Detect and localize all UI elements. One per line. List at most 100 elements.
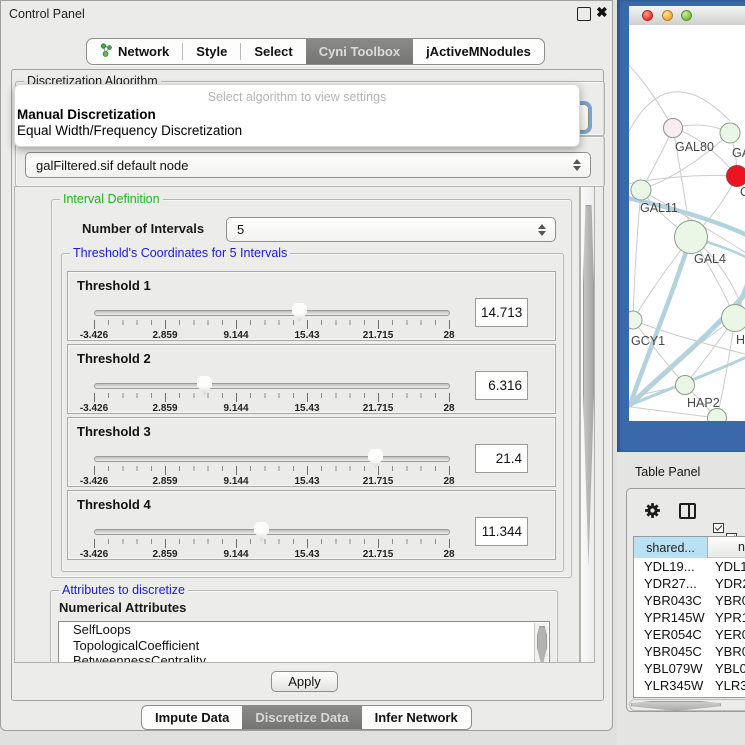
tick-label: 2.859 (152, 476, 177, 487)
tab-label: Impute Data (155, 710, 229, 725)
threshold-2-value-field[interactable] (475, 371, 528, 400)
threshold-label: Threshold 2 (77, 351, 151, 366)
tick-label: -3.426 (80, 330, 108, 341)
list-scrollbar[interactable] (534, 623, 548, 663)
tab-cyni-toolbox[interactable]: Cyni Toolbox (306, 39, 413, 64)
slider-track[interactable] (94, 310, 450, 316)
threshold-2-box: Threshold 2 -3.426 2.859 9.144 15.43 21.… (67, 344, 556, 414)
table-row[interactable]: YDL19...YDL1 (634, 558, 745, 575)
tab-network[interactable]: Network (87, 39, 182, 64)
cell-name: YDL1 (708, 559, 745, 574)
threshold-label: Threshold 1 (77, 278, 151, 293)
table-row[interactable]: YLR345WYLR3 (634, 677, 745, 694)
tab-jactivemnodules[interactable]: jActiveMNodules (413, 39, 544, 64)
table-row[interactable]: YBR045CYBR0 (634, 643, 745, 660)
numerical-attributes-list[interactable]: SelfLoops TopologicalCoefficient Between… (58, 621, 550, 663)
tick-label: 28 (443, 330, 454, 341)
column-header-name[interactable]: na (708, 537, 745, 558)
tab-label: jActiveMNodules (426, 44, 531, 59)
dropdown-option-equal-width-frequency[interactable]: Equal Width/Frequency Discretization (15, 123, 579, 139)
threshold-4-slider[interactable]: -3.426 2.859 9.144 15.43 21.715 28 (94, 525, 450, 561)
scrollbar-thumb[interactable] (631, 701, 721, 711)
node-h[interactable] (722, 305, 745, 332)
table-row[interactable]: YER054CYER0 (634, 626, 745, 643)
threshold-3-value-field[interactable] (475, 444, 528, 473)
slider-track[interactable] (94, 529, 450, 535)
cell-name: YER0 (708, 627, 745, 642)
table-row[interactable]: YDR27...YDR2 (634, 575, 745, 592)
slider-track[interactable] (94, 456, 450, 462)
node-gcy1[interactable] (629, 311, 642, 329)
threshold-4-value-field[interactable] (475, 517, 528, 546)
apply-button[interactable]: Apply (271, 671, 338, 692)
dropdown-option-manual-discretization[interactable]: Manual Discretization (15, 107, 579, 123)
node-selected-red[interactable] (727, 166, 745, 187)
threshold-2-slider[interactable]: -3.426 2.859 9.144 15.43 21.715 28 (94, 379, 450, 415)
node-hap2[interactable] (676, 376, 695, 395)
column-header-shared-name[interactable]: shared... (634, 537, 708, 558)
close-icon[interactable]: ✖ (596, 4, 608, 21)
minimize-traffic-light-icon[interactable] (662, 10, 673, 21)
tab-infer-network[interactable]: Infer Network (362, 706, 471, 729)
table-data-combobox[interactable]: galFiltered.sif default node (25, 152, 591, 178)
table-horizontal-scrollbar[interactable] (629, 699, 745, 711)
node-attribute-table[interactable]: shared... na YDL19...YDL1 YDR27...YDR2 Y… (633, 536, 745, 698)
tab-label: Network (118, 44, 169, 59)
window-title: Control Panel (9, 7, 85, 21)
number-of-intervals-label: Number of Intervals (82, 221, 204, 236)
cell-shared-name: YPR145W (634, 610, 708, 625)
list-item[interactable]: SelfLoops (59, 622, 549, 638)
float-window-icon[interactable] (577, 7, 591, 21)
number-of-intervals-spinner[interactable]: 5 (226, 217, 556, 242)
threshold-1-slider[interactable]: -3.426 2.859 9.144 15.43 21.715 28 (94, 306, 450, 342)
settings-scrollbar[interactable] (580, 186, 595, 663)
tab-impute-data[interactable]: Impute Data (142, 706, 242, 729)
slider-track[interactable] (94, 383, 450, 389)
table-row[interactable]: YPR145WYPR1 (634, 609, 745, 626)
tab-discretize-data[interactable]: Discretize Data (242, 706, 361, 729)
algorithm-dropdown-popup: Select algorithm to view settings Manual… (14, 84, 580, 147)
cell-shared-name: YER054C (634, 627, 708, 642)
tick-label: 28 (443, 476, 454, 487)
tick-label: 2.859 (152, 549, 177, 560)
tab-label: Select (254, 44, 292, 59)
table-row[interactable]: YBL079WYBL0 (634, 660, 745, 677)
tick-label: 9.144 (223, 476, 248, 487)
tick-label: 21.715 (363, 476, 394, 487)
scrollbar-thumb[interactable] (583, 205, 594, 567)
settings-scroll-viewport: Interval Definition Number of Intervals … (14, 186, 580, 663)
list-item[interactable]: BetweennessCentrality (59, 653, 549, 663)
tick-label: 28 (443, 403, 454, 414)
scrollbar-thumb[interactable] (537, 626, 547, 663)
cell-name: YBR0 (708, 644, 745, 659)
node-ga[interactable] (720, 123, 740, 143)
tab-select[interactable]: Select (241, 39, 305, 64)
node-gal4[interactable] (675, 221, 708, 254)
tab-style[interactable]: Style (183, 39, 240, 64)
zoom-traffic-light-icon[interactable] (681, 10, 692, 21)
tick-label: 21.715 (363, 403, 394, 414)
cell-shared-name: YBL079W (634, 661, 708, 676)
threshold-3-slider[interactable]: -3.426 2.859 9.144 15.43 21.715 28 (94, 452, 450, 488)
network-window-titlebar[interactable] (629, 6, 745, 26)
table-panel: Table Panel shared... na YDL19...YDL1 YD… (617, 452, 745, 745)
node-gal11[interactable] (631, 180, 651, 200)
spinner-value: 5 (237, 222, 244, 237)
close-traffic-light-icon[interactable] (642, 10, 653, 21)
tick-label: 9.144 (223, 403, 248, 414)
threshold-4-box: Threshold 4 -3.426 2.859 9.144 15.43 21.… (67, 490, 556, 560)
slider-ticks (94, 539, 450, 548)
cell-shared-name: YIL052C (634, 695, 708, 698)
table-row[interactable]: YIL052CYIL0 (634, 694, 745, 698)
node-label: GCY1 (631, 334, 665, 348)
threshold-3-box: Threshold 3 -3.426 2.859 9.144 15.43 21.… (67, 417, 556, 487)
node-label: GAL4 (694, 252, 726, 266)
table-settings-gear-icon[interactable] (644, 502, 661, 524)
select-all-checkbox-icon[interactable] (713, 523, 724, 533)
node-label: GAL80 (675, 140, 714, 154)
network-canvas[interactable]: GAL80 GA C GAL11 GAL4 GCY1 H HAP2 (629, 25, 745, 421)
threshold-1-value-field[interactable] (475, 298, 528, 327)
column-selector-icon[interactable] (679, 503, 696, 519)
table-row[interactable]: YBR043CYBR0 (634, 592, 745, 609)
list-item[interactable]: TopologicalCoefficient (59, 638, 549, 654)
